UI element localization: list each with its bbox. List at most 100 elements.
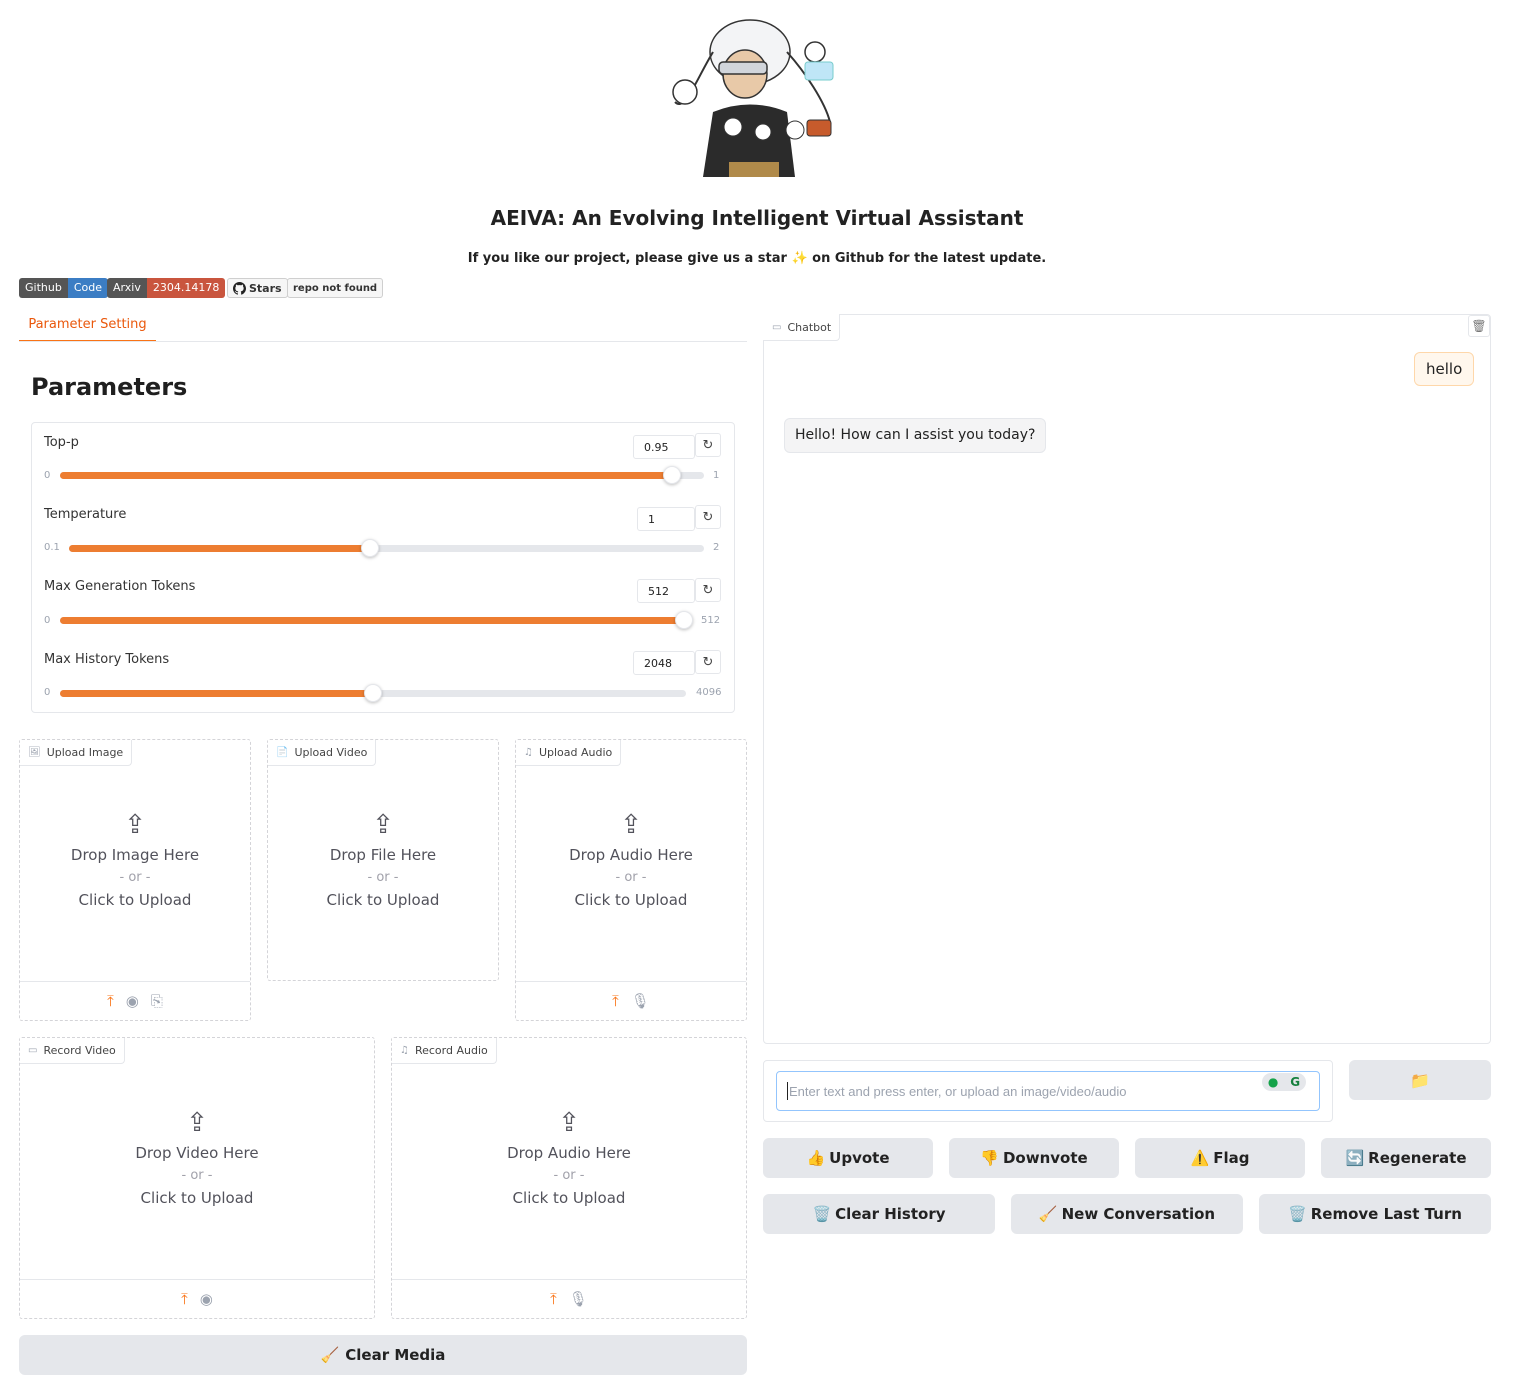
drop-text: Drop Image Here (70, 846, 200, 864)
upload-icon: ⇪ (124, 810, 146, 840)
remove-last-turn-button[interactable]: 🗑️ Remove Last Turn (1259, 1194, 1491, 1234)
refresh-icon: 🔄 (1345, 1149, 1365, 1167)
parameters-panel (31, 422, 735, 713)
top-p-slider-thumb[interactable] (662, 466, 681, 484)
arxiv-badge[interactable]: Arxiv 2304.14178 (107, 278, 226, 298)
drop-text: Drop Audio Here (507, 1144, 631, 1162)
regenerate-button[interactable]: 🔄 Regenerate (1321, 1138, 1491, 1178)
upload-video-label: Upload Video (294, 746, 368, 759)
thumbs-up-icon: 👍 (806, 1149, 826, 1167)
max-generation-tokens-reset-button[interactable]: ↻ (695, 578, 721, 602)
webcam-icon[interactable]: ◉ (126, 992, 139, 1010)
or-text: - or - (119, 870, 151, 885)
warning-icon: ⚠️ (1190, 1149, 1210, 1167)
upload-image-source-bar: ⤒ ◉ ⎘ (20, 981, 250, 1020)
record-video-tag: ▭ Record Video (20, 1038, 125, 1064)
parameters-heading: Parameters (31, 373, 188, 401)
text-caret (787, 1082, 788, 1100)
upload-source-icon[interactable]: ⤒ (550, 1290, 557, 1308)
upload-icon: ⇪ (186, 1108, 208, 1138)
upload-source-icon[interactable]: ⤒ (612, 992, 619, 1010)
slider-fill (69, 545, 370, 552)
upload-icon: ⇪ (372, 810, 394, 840)
user-message: hello (1414, 352, 1475, 386)
webcam-icon[interactable]: ◉ (200, 1290, 213, 1308)
max-history-tokens-slider-thumb[interactable] (364, 684, 382, 702)
location-pin-icon[interactable]: ● (1268, 1075, 1278, 1089)
extension-icons: ● G (1262, 1073, 1306, 1091)
or-text: - or - (615, 870, 647, 885)
microphone-icon[interactable]: 🎙 (569, 1290, 588, 1308)
folder-icon: 📁 (1410, 1070, 1430, 1090)
chatbot-label: Chatbot (787, 320, 832, 334)
github-stars-badge[interactable]: Stars (227, 278, 288, 298)
max-generation-tokens-slider-thumb[interactable] (675, 611, 693, 629)
drop-text: Drop Audio Here (569, 846, 693, 864)
file-icon: 📄 (276, 747, 289, 758)
slider-fill (60, 617, 684, 624)
chat-text-input[interactable]: Enter text and press enter, or upload an… (776, 1071, 1320, 1111)
click-text: Click to Upload (512, 1189, 626, 1207)
upload-file-button[interactable]: 📁 (1349, 1060, 1491, 1100)
grammarly-icon[interactable]: G (1290, 1075, 1300, 1089)
record-audio-source-bar: ⤒ 🎙 (392, 1279, 746, 1318)
max-generation-tokens-max: 512 (701, 615, 721, 626)
clear-history-label: Clear History (835, 1205, 946, 1223)
clear-history-button[interactable]: 🗑️ Clear History (763, 1194, 995, 1234)
record-audio-prompt: ⇪ Drop Audio Here - or - Click to Upload (391, 1110, 747, 1207)
music-icon: ♫ (400, 1045, 409, 1056)
slider-label-max-history-tokens: Max History Tokens (44, 652, 170, 667)
temperature-slider-thumb[interactable] (360, 539, 379, 557)
top-p-min: 0 (44, 470, 51, 481)
clear-chat-button[interactable]: 🗑 (1468, 315, 1490, 337)
aeiva-logo-illustration (672, 19, 834, 177)
record-video-label: Record Video (43, 1044, 116, 1057)
reset-icon: ↻ (702, 654, 714, 670)
upload-image-tag: 🖼 Upload Image (20, 740, 133, 766)
top-p-slider[interactable] (60, 472, 704, 479)
music-icon: ♫ (524, 747, 533, 758)
temperature-number-input[interactable]: 1 (637, 507, 695, 531)
click-text: Click to Upload (574, 891, 688, 909)
chatbot-tag: ▭ Chatbot (763, 314, 840, 341)
clear-media-button[interactable]: 🧹 Clear Media (19, 1335, 747, 1375)
clipboard-icon[interactable]: ⎘ (151, 992, 163, 1010)
broom-icon: 🧹 (320, 1346, 340, 1364)
temperature-min: 0.1 (44, 542, 60, 553)
upload-source-icon[interactable]: ⤒ (107, 992, 114, 1010)
upload-audio-prompt: ⇪ Drop Audio Here - or - Click to Upload (515, 812, 747, 909)
top-p-number-input[interactable]: 0.95 (633, 435, 695, 459)
new-conversation-label: New Conversation (1061, 1205, 1216, 1223)
top-p-reset-button[interactable]: ↻ (695, 433, 721, 457)
flag-label: Flag (1213, 1149, 1250, 1167)
badge-right-text: 2304.14178 (146, 278, 226, 298)
temperature-reset-button[interactable]: ↻ (695, 505, 721, 529)
max-generation-tokens-slider[interactable] (60, 617, 684, 624)
upload-icon: ⇪ (620, 810, 642, 840)
temperature-max: 2 (713, 542, 720, 553)
upload-audio-source-bar: ⤒ 🎙 (516, 981, 746, 1020)
page-title: AEIVA: An Evolving Intelligent Virtual A… (490, 206, 1024, 230)
remove-last-turn-label: Remove Last Turn (1310, 1205, 1462, 1223)
flag-button[interactable]: ⚠️ Flag (1135, 1138, 1305, 1178)
drop-text: Drop Video Here (135, 1144, 259, 1162)
stars-value: repo not found (293, 282, 378, 294)
upvote-button[interactable]: 👍 Upvote (763, 1138, 933, 1178)
max-history-tokens-reset-button[interactable]: ↻ (695, 650, 721, 674)
upload-image-prompt: ⇪ Drop Image Here - or - Click to Upload (19, 812, 251, 909)
or-text: - or - (367, 870, 399, 885)
microphone-icon[interactable]: 🎙 (631, 992, 650, 1010)
new-conversation-button[interactable]: 🧹 New Conversation (1011, 1194, 1243, 1234)
github-code-badge[interactable]: Github Code (19, 278, 108, 298)
broom-icon: 🧹 (1038, 1205, 1058, 1223)
tab-parameter-setting[interactable]: Parameter Setting (19, 313, 156, 342)
upload-source-icon[interactable]: ⤒ (181, 1290, 188, 1308)
max-history-tokens-number-input[interactable]: 2048 (633, 651, 695, 675)
regenerate-label: Regenerate (1368, 1149, 1467, 1167)
upload-audio-label: Upload Audio (538, 746, 613, 759)
temperature-slider[interactable] (69, 545, 704, 552)
max-generation-tokens-number-input[interactable]: 512 (637, 579, 695, 603)
slider-label-top-p: Top-p (44, 435, 79, 450)
downvote-button[interactable]: 👎 Downvote (949, 1138, 1119, 1178)
chat-bubble-icon: ▭ (772, 321, 782, 333)
